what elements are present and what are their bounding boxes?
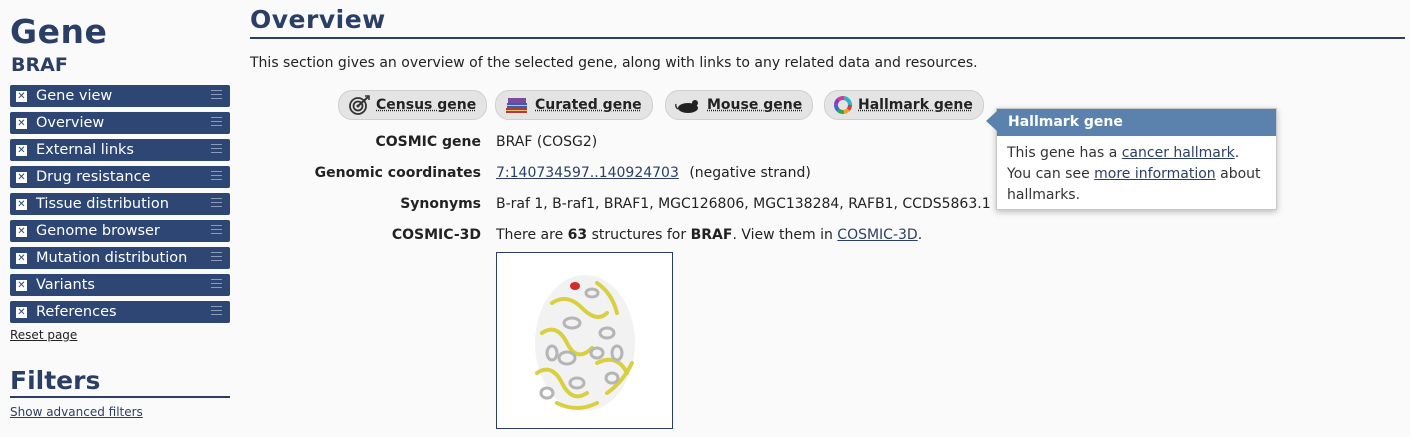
intro-text: This section gives an overview of the se… [250, 55, 978, 71]
drag-handle-icon[interactable] [211, 306, 222, 318]
page-title: Overview [250, 5, 386, 34]
close-icon[interactable]: ✕ [16, 171, 27, 183]
filters-heading: Filters [10, 366, 230, 398]
cosmic-3d-label: COSMIC-3D [391, 227, 481, 243]
close-icon[interactable]: ✕ [16, 144, 27, 156]
mouse-gene-badge[interactable]: Mouse gene [665, 90, 814, 120]
drag-handle-icon[interactable] [211, 90, 222, 102]
hallmark-gene-label: Hallmark gene [858, 97, 973, 113]
protein-structure-image[interactable] [496, 252, 673, 429]
drag-handle-icon[interactable] [211, 198, 222, 210]
mouse-gene-label: Mouse gene [707, 97, 803, 113]
tooltip-body: This gene has a cancer hallmark. You can… [997, 136, 1276, 213]
more-information-link[interactable]: more information [1094, 166, 1216, 182]
strand-text: (negative strand) [689, 165, 811, 181]
nav-item-label: Gene view [36, 88, 113, 104]
close-icon[interactable]: ✕ [16, 90, 27, 102]
drag-handle-icon[interactable] [211, 117, 222, 129]
nav-item-label: Drug resistance [36, 169, 151, 185]
tooltip-title: Hallmark gene [997, 109, 1276, 136]
drag-handle-icon[interactable] [211, 279, 222, 291]
nav-item-drug-resistance[interactable]: ✕ Drug resistance [10, 166, 230, 188]
show-advanced-filters-link[interactable]: Show advanced filters [10, 405, 143, 419]
tooltip-text: . [1234, 145, 1240, 161]
nav-item-label: Mutation distribution [36, 250, 188, 266]
nav-item-references[interactable]: ✕ References [10, 301, 230, 323]
nav-item-external-links[interactable]: ✕ External links [10, 139, 230, 161]
genomic-coordinates-value: 7:140734597..140924703 (negative strand) [496, 165, 811, 181]
title-divider [250, 37, 1405, 39]
synonyms-value: B-raf 1, B-raf1, BRAF1, MGC126806, MGC13… [496, 196, 991, 212]
structure-count: 63 [567, 227, 588, 243]
gene-name: BRAF [11, 54, 68, 76]
census-gene-label: Census gene [376, 97, 477, 113]
synonyms-label: Synonyms [400, 196, 481, 212]
cancer-hallmark-link[interactable]: cancer hallmark [1122, 145, 1235, 161]
cosmic-gene-value: BRAF (COSG2) [496, 134, 598, 150]
close-icon[interactable]: ✕ [16, 198, 27, 210]
drag-handle-icon[interactable] [211, 225, 222, 237]
cosmic-gene-label: COSMIC gene [375, 134, 481, 150]
genomic-coordinates-label: Genomic coordinates [314, 165, 481, 181]
nav-item-genome-browser[interactable]: ✕ Genome browser [10, 220, 230, 242]
cosmic-3d-value: There are 63 structures for BRAF. View t… [496, 227, 922, 243]
section-nav: ✕ Gene view ✕ Overview ✕ External links … [10, 85, 230, 328]
close-icon[interactable]: ✕ [16, 117, 27, 129]
hallmark-tooltip: Hallmark gene This gene has a cancer hal… [986, 108, 1277, 213]
drag-handle-icon[interactable] [211, 171, 222, 183]
nav-item-label: Genome browser [36, 223, 160, 239]
census-gene-badge[interactable]: Census gene [338, 90, 488, 120]
nav-item-overview[interactable]: ✕ Overview [10, 112, 230, 134]
cosmic-3d-text: . [917, 227, 923, 243]
cosmic-3d-link[interactable]: COSMIC-3D [837, 227, 917, 243]
genomic-coordinates-link[interactable]: 7:140734597..140924703 [496, 165, 679, 181]
cosmic-3d-gene: BRAF [690, 227, 733, 243]
nav-item-label: Variants [36, 277, 95, 293]
sidebar-title: Gene [10, 12, 108, 51]
target-icon [347, 95, 371, 115]
close-icon[interactable]: ✕ [16, 252, 27, 264]
drag-handle-icon[interactable] [211, 252, 222, 264]
cosmic-3d-text: structures for [591, 227, 687, 243]
close-icon[interactable]: ✕ [16, 279, 27, 291]
drag-handle-icon[interactable] [211, 144, 222, 156]
tooltip-text: You can see [1007, 166, 1090, 182]
nav-item-label: Overview [36, 115, 105, 131]
nav-item-tissue-distribution[interactable]: ✕ Tissue distribution [10, 193, 230, 215]
books-icon [504, 95, 530, 115]
hallmark-wheel-icon [833, 95, 853, 115]
nav-item-variants[interactable]: ✕ Variants [10, 274, 230, 296]
mouse-icon [674, 95, 702, 115]
curated-gene-badge[interactable]: Curated gene [495, 90, 653, 120]
cosmic-3d-text: There are [496, 227, 564, 243]
nav-item-mutation-distribution[interactable]: ✕ Mutation distribution [10, 247, 230, 269]
reset-page-link[interactable]: Reset page [10, 328, 77, 342]
nav-item-label: External links [36, 142, 134, 158]
nav-item-label: References [36, 304, 117, 320]
hallmark-gene-badge[interactable]: Hallmark gene [824, 90, 984, 120]
close-icon[interactable]: ✕ [16, 225, 27, 237]
nav-item-gene-view[interactable]: ✕ Gene view [10, 85, 230, 107]
cosmic-3d-text: . View them in [732, 227, 833, 243]
close-icon[interactable]: ✕ [16, 306, 27, 318]
curated-gene-label: Curated gene [535, 97, 642, 113]
tooltip-arrow [986, 111, 997, 131]
tooltip-text: This gene has a [1007, 145, 1118, 161]
nav-item-label: Tissue distribution [36, 196, 169, 212]
